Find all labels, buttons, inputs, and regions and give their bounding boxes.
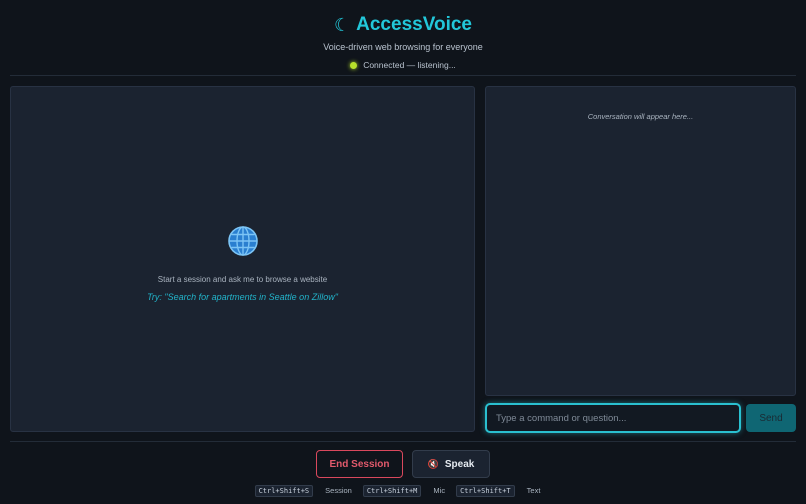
header-divider	[10, 75, 796, 76]
shortcut-label-mic: Mic	[433, 486, 446, 495]
keyboard-shortcuts: Ctrl+Shift+S Session Ctrl+Shift+M Mic Ct…	[0, 484, 806, 497]
app-subtitle: Voice-driven web browsing for everyone	[323, 42, 483, 52]
globe-icon	[228, 226, 258, 256]
muted-speaker-icon: 🔇	[427, 458, 439, 469]
shortcut-key-mic: Ctrl+Shift+M	[362, 484, 422, 497]
shortcut-label-session: Session	[325, 486, 352, 495]
app-header: ☾ AccessVoice Voice-driven web browsing …	[0, 0, 806, 76]
controls-divider	[10, 441, 796, 442]
connection-status: Connected — listening...	[0, 60, 806, 70]
status-text: Connected — listening...	[363, 60, 456, 70]
command-input[interactable]	[485, 403, 741, 433]
status-dot-icon	[350, 61, 358, 69]
end-session-button[interactable]: End Session	[316, 450, 403, 478]
send-button[interactable]: Send	[746, 404, 796, 432]
shortcut-key-session: Ctrl+Shift+S	[254, 484, 314, 497]
app-title-text: AccessVoice	[356, 14, 472, 35]
app-title: ☾ AccessVoice	[0, 14, 806, 36]
browser-view-panel: Start a session and ask me to browse a w…	[10, 86, 475, 432]
speak-label: Speak	[444, 458, 475, 470]
shortcut-key-text: Ctrl+Shift+T	[456, 484, 515, 497]
shortcut-label-text: Text	[526, 486, 541, 495]
speak-button[interactable]: 🔇 Speak	[412, 450, 490, 478]
crescent-moon-icon: ☾	[334, 14, 351, 35]
browser-hint-text: Start a session and ask me to browse a w…	[157, 275, 328, 284]
browser-example-text: Try: "Search for apartments in Seattle o…	[147, 292, 338, 302]
conversation-panel: Conversation will appear here...	[485, 86, 796, 396]
conversation-placeholder: Conversation will appear here...	[587, 112, 694, 121]
